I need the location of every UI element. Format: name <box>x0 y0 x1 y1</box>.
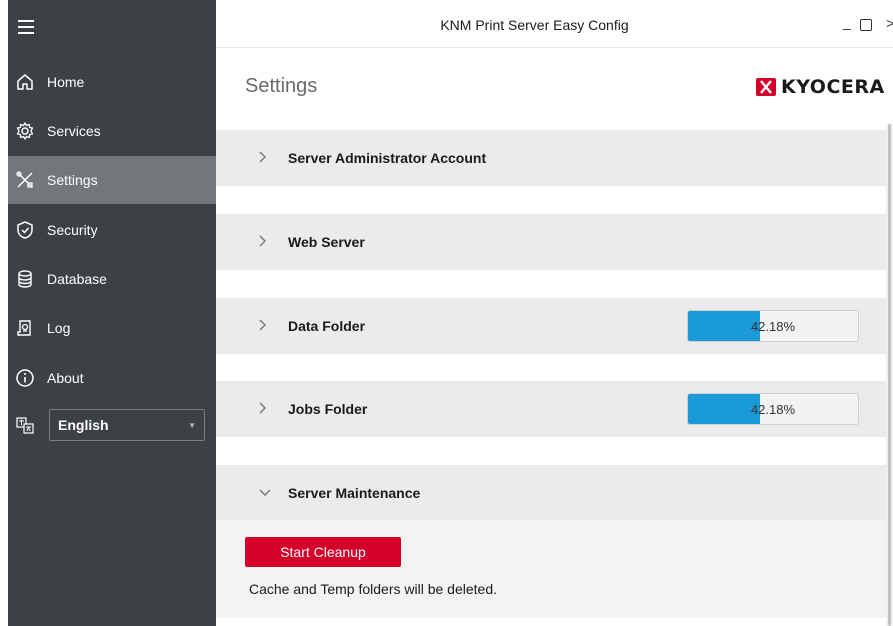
section-label: Server Maintenance <box>288 485 421 501</box>
language-select[interactable]: English ▼ <box>49 409 205 441</box>
logo-text: KYOCERA <box>781 76 885 98</box>
section-jobs-folder[interactable]: Jobs Folder 42.18% <box>216 381 886 437</box>
database-icon <box>15 269 35 289</box>
section-web-server[interactable]: Web Server <box>216 214 886 270</box>
cleanup-note: Cache and Temp folders will be deleted. <box>249 581 498 597</box>
sidebar-item-label: Security <box>47 222 98 238</box>
section-data-folder[interactable]: Data Folder 42.18% <box>216 298 886 354</box>
sidebar-item-label: Log <box>47 320 71 336</box>
sidebar-item-log[interactable]: Log <box>8 304 216 352</box>
app-title: KNM Print Server Easy Config <box>440 17 629 33</box>
sidebar-item-about[interactable]: About <box>8 354 216 402</box>
page-title: Settings <box>245 75 318 97</box>
sidebar-item-security[interactable]: Security <box>8 206 216 254</box>
section-label: Server Administrator Account <box>288 150 487 166</box>
server-maintenance-panel: Start Cleanup Cache and Temp folders wil… <box>216 520 886 618</box>
chevron-down-icon: ▼ <box>188 420 196 430</box>
kyocera-logo-icon <box>756 78 776 96</box>
sidebar-item-label: Home <box>47 74 85 90</box>
maximize-button[interactable] <box>860 19 872 31</box>
section-server-maintenance[interactable]: Server Maintenance <box>216 465 886 521</box>
sidebar-item-database[interactable]: Database <box>8 255 216 303</box>
minimize-button[interactable]: _ <box>843 14 851 30</box>
scrollbar-thumb[interactable] <box>888 124 891 626</box>
close-button[interactable]: > <box>886 15 893 31</box>
gear-icon <box>15 121 35 141</box>
chevron-right-icon <box>258 318 272 334</box>
shield-check-icon <box>15 220 35 240</box>
chevron-right-icon <box>258 150 272 166</box>
hamburger-menu-icon[interactable] <box>18 20 34 34</box>
section-label: Data Folder <box>288 318 366 334</box>
start-cleanup-button[interactable]: Start Cleanup <box>245 537 401 567</box>
sidebar-item-services[interactable]: Services <box>8 107 216 155</box>
sidebar-item-settings[interactable]: Settings <box>8 156 216 204</box>
data-folder-usage-bar: 42.18% <box>687 310 859 342</box>
sidebar: Home Services Settings Security Database… <box>8 0 216 626</box>
language-row: English ▼ <box>8 409 216 441</box>
window-edge <box>0 0 8 626</box>
progress-text: 42.18% <box>750 318 796 334</box>
title-bar: KNM Print Server Easy Config _ > <box>216 0 893 48</box>
translate-icon <box>15 415 35 435</box>
sidebar-item-label: Settings <box>47 172 98 188</box>
chevron-right-icon <box>258 234 272 250</box>
section-server-administrator-account[interactable]: Server Administrator Account <box>216 130 886 186</box>
info-icon <box>15 368 35 388</box>
sidebar-item-label: Database <box>47 271 107 287</box>
progress-text: 42.18% <box>750 401 796 417</box>
language-value: English <box>58 417 109 433</box>
sidebar-item-label: About <box>47 370 84 386</box>
kyocera-logo: KYOCERA <box>755 76 885 98</box>
scrollbar[interactable] <box>886 124 893 626</box>
sidebar-item-home[interactable]: Home <box>8 58 216 106</box>
tools-icon <box>15 170 35 190</box>
jobs-folder-usage-bar: 42.18% <box>687 393 859 425</box>
sidebar-item-label: Services <box>47 123 101 139</box>
home-icon <box>15 72 35 92</box>
section-label: Web Server <box>288 234 365 250</box>
log-icon <box>15 318 35 338</box>
chevron-down-icon <box>258 485 272 501</box>
chevron-right-icon <box>258 401 272 417</box>
section-label: Jobs Folder <box>288 401 368 417</box>
